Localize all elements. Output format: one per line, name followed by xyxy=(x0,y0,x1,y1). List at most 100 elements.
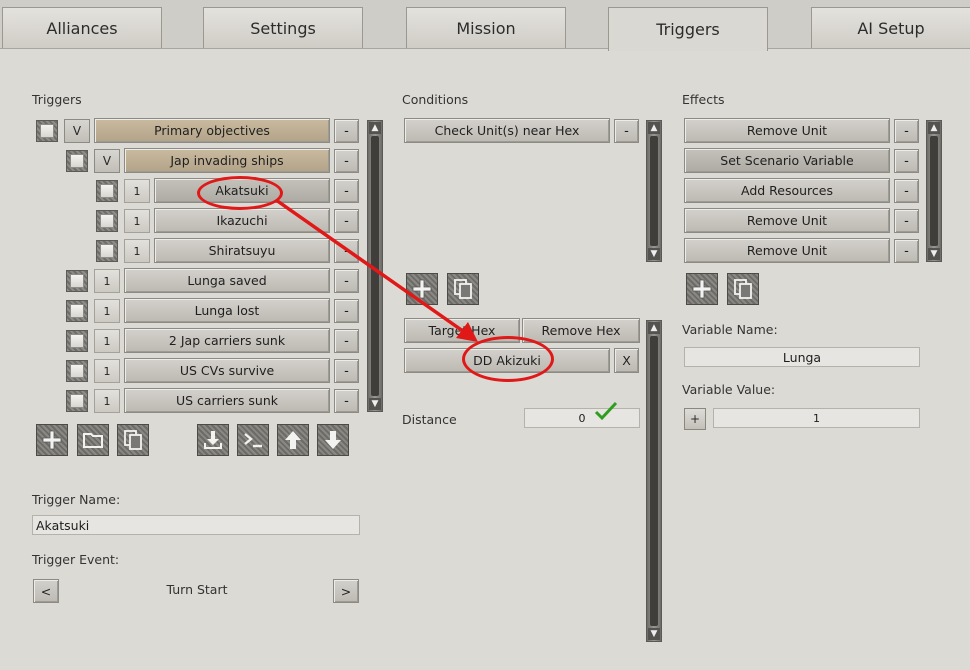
trigger-remove-button[interactable]: - xyxy=(334,209,359,233)
tab-alliances[interactable]: Alliances xyxy=(2,7,162,49)
trigger-remove-button[interactable]: - xyxy=(334,269,359,293)
remove-hex-button[interactable]: Remove Hex xyxy=(522,318,640,343)
scroll-track[interactable] xyxy=(371,136,379,396)
effect-item-remove-unit[interactable]: Remove Unit xyxy=(684,238,890,263)
trigger-count: 1 xyxy=(94,389,120,413)
effect-remove-button[interactable]: - xyxy=(894,239,919,263)
variable-name-field[interactable]: Lunga xyxy=(684,347,920,367)
scroll-up-icon[interactable]: ▲ xyxy=(648,322,660,334)
variable-value-plus-button[interactable]: + xyxy=(684,408,706,430)
distance-label: Distance xyxy=(402,412,457,427)
effect-remove-button[interactable]: - xyxy=(894,149,919,173)
trigger-item-us-cvs-survive[interactable]: US CVs survive xyxy=(124,358,330,383)
trigger-remove-button[interactable]: - xyxy=(334,389,359,413)
effect-item-remove-unit[interactable]: Remove Unit xyxy=(684,118,890,143)
effect-item-set-scenario-variable[interactable]: Set Scenario Variable xyxy=(684,148,890,173)
trigger-remove-button[interactable]: - xyxy=(334,359,359,383)
scroll-up-icon[interactable]: ▲ xyxy=(369,122,381,134)
trigger-checkbox[interactable] xyxy=(66,270,88,292)
scroll-up-icon[interactable]: ▲ xyxy=(648,122,660,134)
arrow-down-icon xyxy=(325,431,341,449)
trigger-item-jap-invading-ships[interactable]: Jap invading ships xyxy=(124,148,330,173)
move-up-button[interactable] xyxy=(277,424,309,456)
trigger-count: 1 xyxy=(94,269,120,293)
trigger-remove-button[interactable]: - xyxy=(334,299,359,323)
effects-scrollbar[interactable]: ▲ ▼ xyxy=(926,120,942,262)
trigger-checkbox[interactable] xyxy=(36,120,58,142)
variable-value-field[interactable]: 1 xyxy=(713,408,920,428)
scroll-up-icon[interactable]: ▲ xyxy=(928,122,940,134)
trigger-checkbox[interactable] xyxy=(66,360,88,382)
move-down-button[interactable] xyxy=(317,424,349,456)
trigger-checkbox[interactable] xyxy=(66,300,88,322)
trigger-item-us-carriers-sunk[interactable]: US carriers sunk xyxy=(124,388,330,413)
add-effect-button[interactable] xyxy=(686,273,718,305)
trigger-checkbox[interactable] xyxy=(66,330,88,352)
scroll-down-icon[interactable]: ▼ xyxy=(648,628,660,640)
triggers-scrollbar[interactable]: ▲ ▼ xyxy=(367,120,383,412)
copy-effect-button[interactable] xyxy=(727,273,759,305)
trigger-checkbox[interactable] xyxy=(96,180,118,202)
scroll-track[interactable] xyxy=(650,336,658,626)
trigger-checkbox[interactable] xyxy=(66,390,88,412)
trigger-item-shiratsuyu[interactable]: Shiratsuyu xyxy=(154,238,330,263)
effect-remove-button[interactable]: - xyxy=(894,179,919,203)
scroll-down-icon[interactable]: ▼ xyxy=(648,248,660,260)
trigger-checkbox[interactable] xyxy=(96,210,118,232)
remove-unit-button[interactable]: X xyxy=(614,348,639,373)
add-folder-button[interactable] xyxy=(77,424,109,456)
scroll-down-icon[interactable]: ▼ xyxy=(369,398,381,410)
copy-icon xyxy=(124,430,142,450)
distance-value: 0 xyxy=(578,411,586,425)
trigger-event-value: Turn Start xyxy=(166,582,228,597)
effect-item-remove-unit[interactable]: Remove Unit xyxy=(684,208,890,233)
plus-icon xyxy=(692,279,712,299)
trigger-event-prev-button[interactable]: < xyxy=(33,579,59,603)
effect-item-add-resources[interactable]: Add Resources xyxy=(684,178,890,203)
trigger-remove-button[interactable]: - xyxy=(334,119,359,143)
trigger-remove-button[interactable]: - xyxy=(334,329,359,353)
add-condition-button[interactable] xyxy=(406,273,438,305)
condition-item-check-units-near-hex[interactable]: Check Unit(s) near Hex xyxy=(404,118,610,143)
highlight-ellipse-trigger xyxy=(197,176,283,210)
effect-remove-button[interactable]: - xyxy=(894,209,919,233)
trigger-checkbox[interactable] xyxy=(66,150,88,172)
trigger-count: 1 xyxy=(124,239,150,263)
script-trigger-button[interactable] xyxy=(237,424,269,456)
scroll-down-icon[interactable]: ▼ xyxy=(928,248,940,260)
trigger-remove-button[interactable]: - xyxy=(334,239,359,263)
effects-heading: Effects xyxy=(682,92,725,107)
trigger-item-ikazuchi[interactable]: Ikazuchi xyxy=(154,208,330,233)
trigger-item-lunga-lost[interactable]: Lunga lost xyxy=(124,298,330,323)
trigger-name-field[interactable]: Akatsuki xyxy=(32,515,360,535)
variable-name-label: Variable Name: xyxy=(682,322,778,337)
conditions-heading: Conditions xyxy=(402,92,469,107)
conditions-scrollbar[interactable]: ▲ ▼ xyxy=(646,120,662,262)
effect-remove-button[interactable]: - xyxy=(894,119,919,143)
trigger-item-lunga-saved[interactable]: Lunga saved xyxy=(124,268,330,293)
scroll-track[interactable] xyxy=(930,136,938,246)
add-trigger-button[interactable] xyxy=(36,424,68,456)
condition-details-scrollbar[interactable]: ▲ ▼ xyxy=(646,320,662,642)
plus-icon xyxy=(42,430,62,450)
scroll-track[interactable] xyxy=(650,136,658,246)
copy-condition-button[interactable] xyxy=(447,273,479,305)
trigger-remove-button[interactable]: - xyxy=(334,149,359,173)
tab-mission[interactable]: Mission xyxy=(406,7,566,49)
trigger-toggle[interactable]: V xyxy=(64,119,90,143)
import-trigger-button[interactable] xyxy=(197,424,229,456)
copy-trigger-button[interactable] xyxy=(117,424,149,456)
trigger-item-primary-objectives[interactable]: Primary objectives xyxy=(94,118,330,143)
condition-remove-button[interactable]: - xyxy=(614,119,639,143)
trigger-item-2-jap-carriers-sunk[interactable]: 2 Jap carriers sunk xyxy=(124,328,330,353)
tab-triggers[interactable]: Triggers xyxy=(608,7,768,51)
trigger-toggle[interactable]: V xyxy=(94,149,120,173)
tab-settings[interactable]: Settings xyxy=(203,7,363,49)
trigger-event-next-button[interactable]: > xyxy=(333,579,359,603)
trigger-remove-button[interactable]: - xyxy=(334,179,359,203)
distance-field[interactable]: 0 xyxy=(524,408,640,428)
trigger-checkbox[interactable] xyxy=(96,240,118,262)
trigger-name-label: Trigger Name: xyxy=(32,492,121,507)
plus-icon xyxy=(412,279,432,299)
tab-ai-setup[interactable]: AI Setup xyxy=(811,7,970,49)
